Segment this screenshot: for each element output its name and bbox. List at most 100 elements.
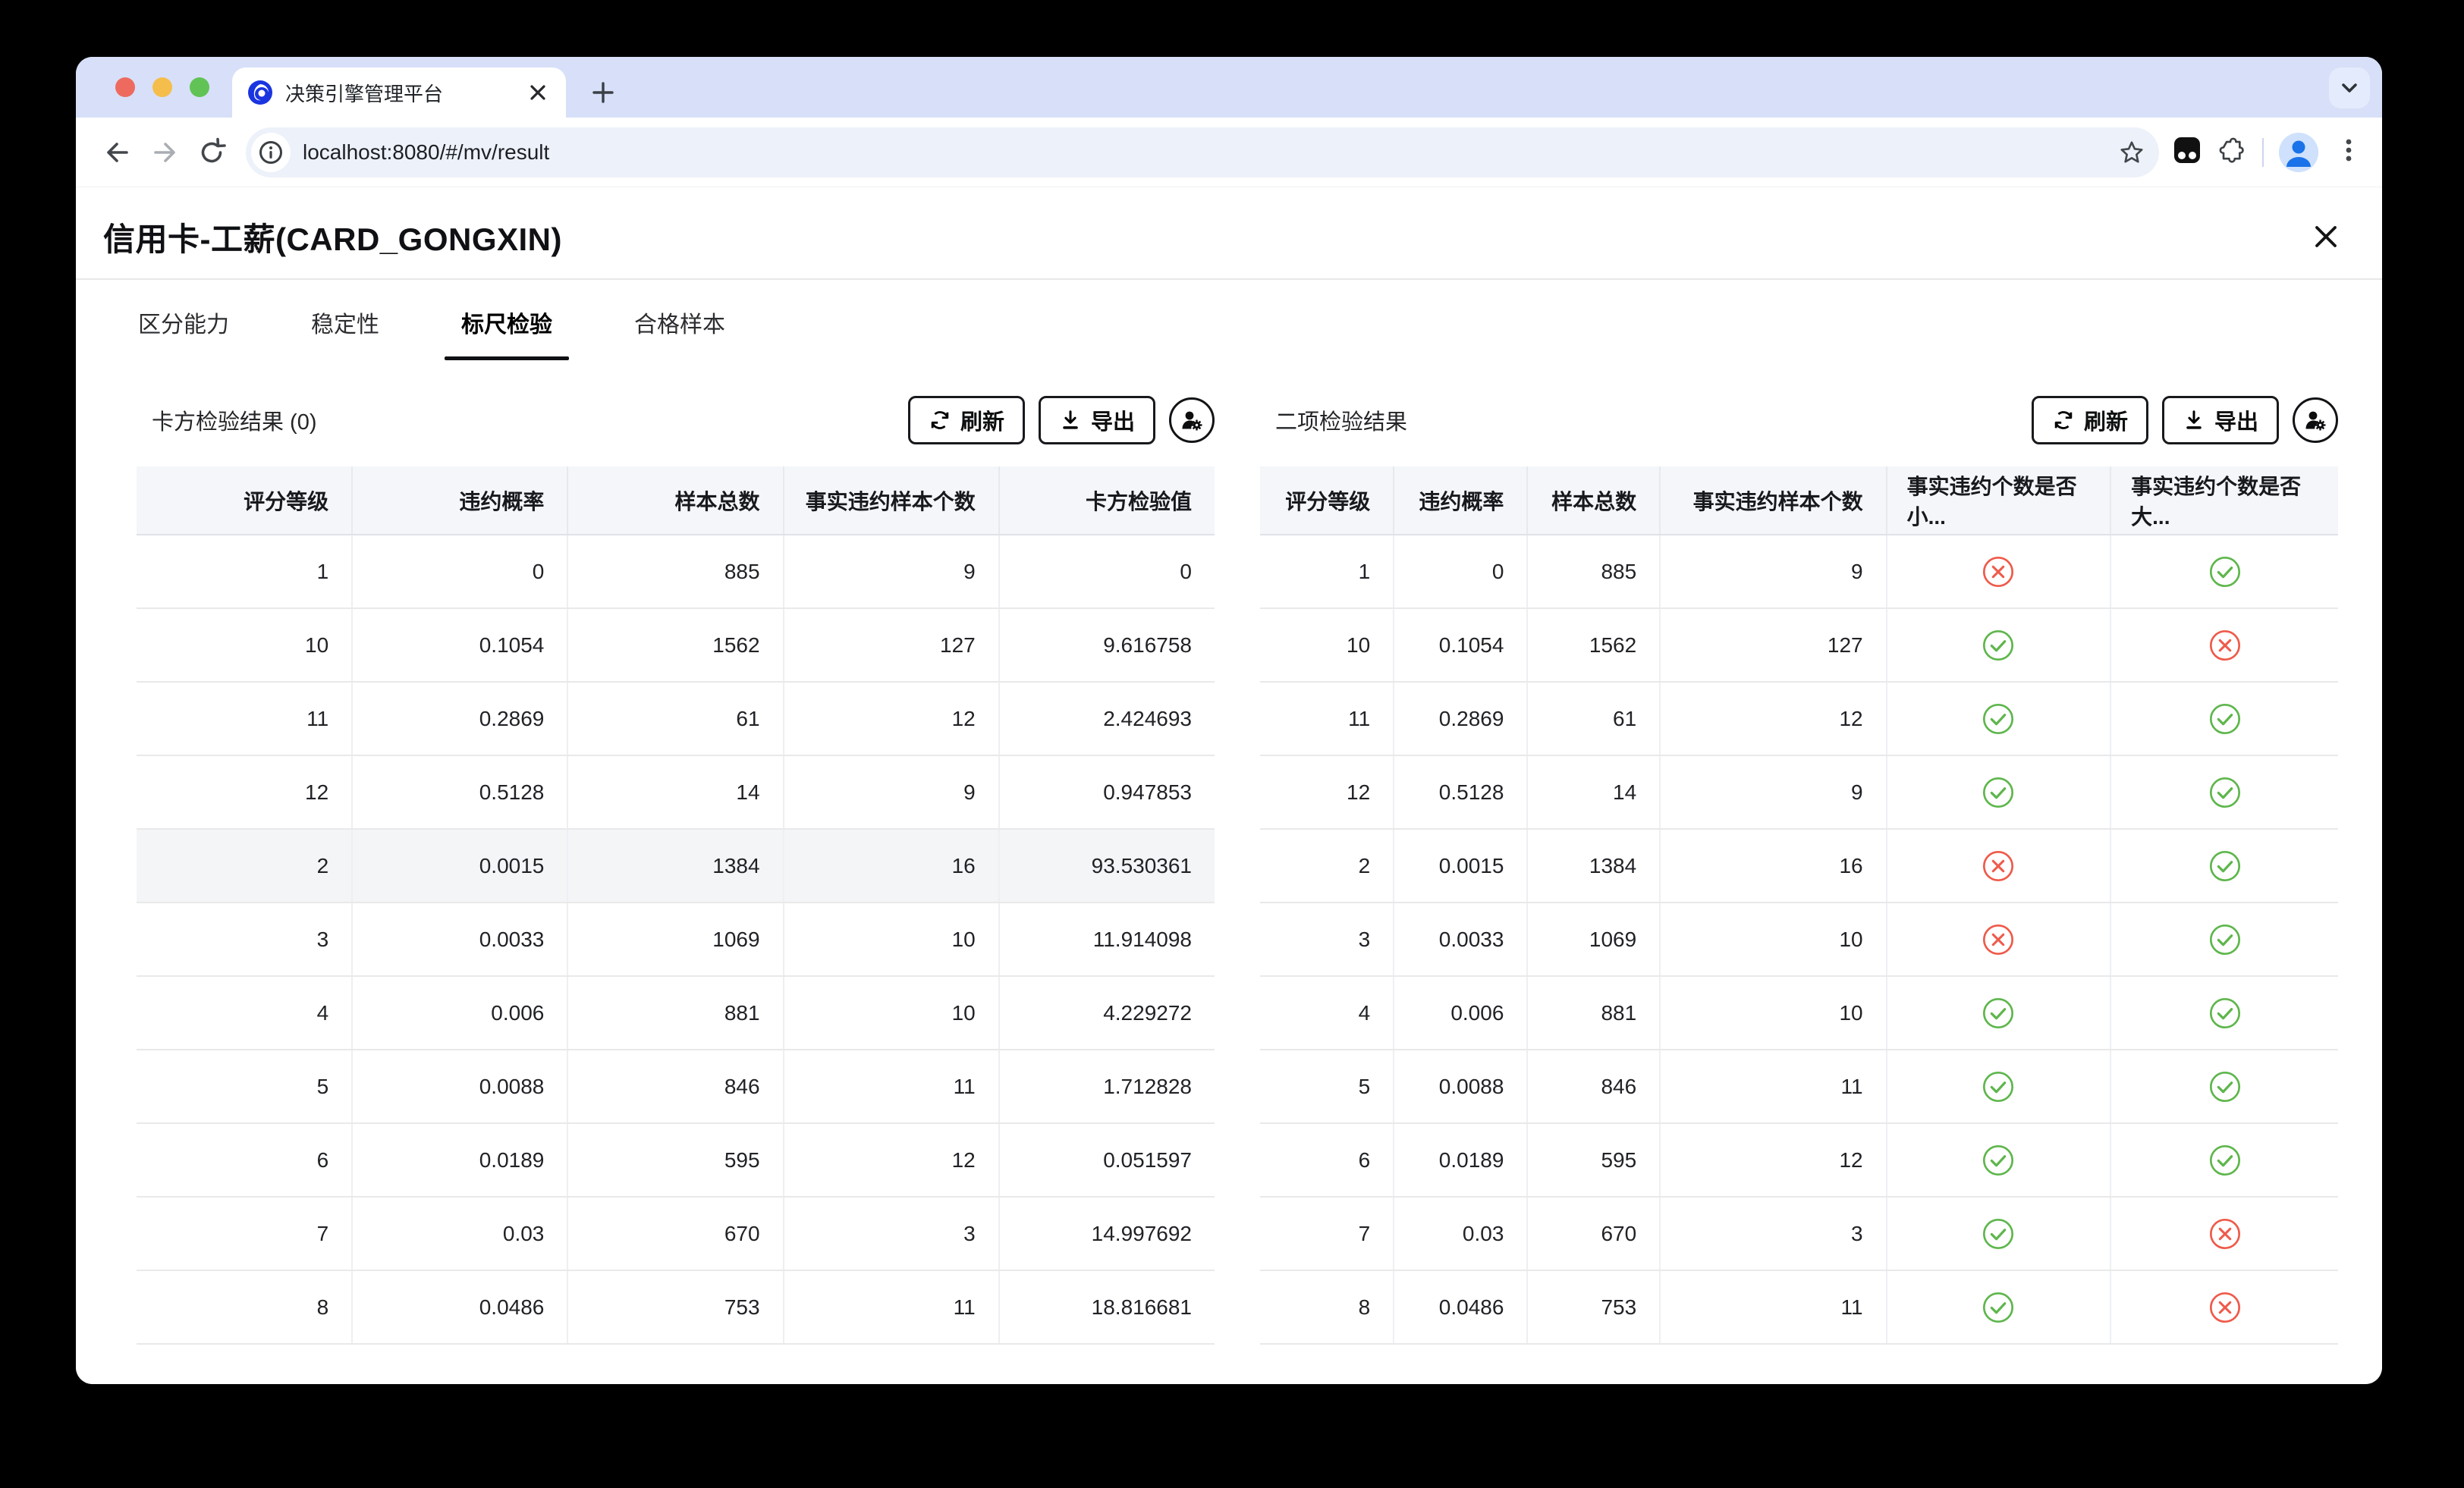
- table-row[interactable]: 70.036703: [1260, 1197, 2338, 1270]
- profile-avatar[interactable]: [2279, 133, 2318, 172]
- status-cell: [2110, 535, 2338, 608]
- minimize-window-button[interactable]: [152, 77, 172, 97]
- value-cell: 0.5128: [1394, 755, 1527, 829]
- site-info-icon[interactable]: [251, 133, 291, 172]
- value-cell: 881: [1527, 976, 1660, 1050]
- value-cell: 3: [784, 1197, 999, 1270]
- value-cell: 0.5128: [352, 755, 567, 829]
- value-cell: 7: [1260, 1197, 1394, 1270]
- table-row[interactable]: 20.001513841693.530361: [137, 829, 1215, 903]
- pass-icon: [2208, 554, 2242, 589]
- value-cell: 0.2869: [1394, 682, 1527, 755]
- value-cell: 0: [352, 535, 567, 608]
- tab-2[interactable]: 稳定性: [294, 280, 396, 365]
- value-cell: 9: [1660, 755, 1886, 829]
- table-row[interactable]: 110.28696112: [1260, 682, 2338, 755]
- value-cell: 0.0033: [352, 903, 567, 976]
- export-label: 导出: [1091, 404, 1135, 436]
- value-cell: 5: [1260, 1050, 1394, 1123]
- bookmark-star-icon[interactable]: [2115, 136, 2148, 169]
- table-row[interactable]: 60.0189595120.051597: [137, 1123, 1215, 1197]
- refresh-button[interactable]: 刷新: [2032, 396, 2148, 444]
- address-bar[interactable]: localhost:8080/#/mv/result: [246, 127, 2159, 177]
- value-cell: 753: [567, 1270, 783, 1344]
- fail-icon: [1981, 922, 2016, 957]
- value-cell: 1: [1260, 535, 1394, 608]
- tab-3-active[interactable]: 标尺检验: [445, 280, 569, 365]
- table-row[interactable]: 50.0088846111.712828: [137, 1050, 1215, 1123]
- export-button[interactable]: 导出: [2162, 396, 2279, 444]
- column-header: 事实违约样本个数: [784, 466, 999, 535]
- browser-tab[interactable]: 决策引擎管理平台: [232, 67, 566, 118]
- value-cell: 0: [1394, 535, 1527, 608]
- status-cell: [2110, 903, 2338, 976]
- table-row[interactable]: 100.10541562127: [1260, 608, 2338, 682]
- tab-close-icon[interactable]: [525, 80, 551, 105]
- export-button[interactable]: 导出: [1039, 396, 1155, 444]
- value-cell: 11.914098: [999, 903, 1215, 976]
- value-cell: 2.424693: [999, 682, 1215, 755]
- value-cell: 1: [137, 535, 352, 608]
- table-row[interactable]: 20.0015138416: [1260, 829, 2338, 903]
- column-header: 违约概率: [1394, 466, 1527, 535]
- table-row[interactable]: 70.03670314.997692: [137, 1197, 1215, 1270]
- value-cell: 12: [784, 682, 999, 755]
- forward-button[interactable]: [146, 134, 183, 171]
- browser-toolbar: localhost:8080/#/mv/result: [76, 118, 2382, 187]
- new-tab-button[interactable]: [583, 72, 624, 113]
- pass-icon: [1981, 1069, 2016, 1104]
- table-row[interactable]: 50.008884611: [1260, 1050, 2338, 1123]
- extensions-puzzle-icon[interactable]: [2217, 135, 2247, 169]
- value-cell: 11: [784, 1270, 999, 1344]
- url-text[interactable]: localhost:8080/#/mv/result: [303, 140, 2115, 165]
- value-cell: 14.997692: [999, 1197, 1215, 1270]
- table-row[interactable]: 80.048675311: [1260, 1270, 2338, 1344]
- status-cell: [2110, 976, 2338, 1050]
- tab-strip: 决策引擎管理平台: [76, 57, 2382, 118]
- column-settings-button[interactable]: [1169, 397, 1215, 443]
- value-cell: 6: [1260, 1123, 1394, 1197]
- table-row[interactable]: 30.0033106910: [1260, 903, 2338, 976]
- binomial-panel: 二项检验结果 刷新: [1260, 391, 2338, 1384]
- value-cell: 0.1054: [352, 608, 567, 682]
- table-row[interactable]: 1088590: [137, 535, 1215, 608]
- browser-window: 决策引擎管理平台: [76, 57, 2382, 1384]
- table-row[interactable]: 100.105415621279.616758: [137, 608, 1215, 682]
- back-button[interactable]: [99, 134, 136, 171]
- close-page-button[interactable]: [2309, 220, 2343, 253]
- value-cell: 1562: [1527, 608, 1660, 682]
- reload-button[interactable]: [193, 134, 230, 171]
- tab-1[interactable]: 区分能力: [121, 280, 246, 365]
- value-cell: 12: [1260, 755, 1394, 829]
- close-window-button[interactable]: [115, 77, 135, 97]
- tab-search-button[interactable]: [2329, 67, 2370, 108]
- pass-icon: [1981, 1143, 2016, 1178]
- table-row[interactable]: 120.51281490.947853: [137, 755, 1215, 829]
- value-cell: 93.530361: [999, 829, 1215, 903]
- table-row[interactable]: 120.5128149: [1260, 755, 2338, 829]
- table-row[interactable]: 80.04867531118.816681: [137, 1270, 1215, 1344]
- table-row[interactable]: 110.286961122.424693: [137, 682, 1215, 755]
- value-cell: 1384: [1527, 829, 1660, 903]
- extension-app-icon[interactable]: [2173, 136, 2202, 168]
- table-row[interactable]: 40.00688110: [1260, 976, 2338, 1050]
- value-cell: 885: [567, 535, 783, 608]
- panel-actions: 刷新 导出: [2032, 396, 2338, 444]
- browser-menu-icon[interactable]: [2334, 135, 2364, 169]
- column-settings-button[interactable]: [2293, 397, 2338, 443]
- value-cell: 1069: [567, 903, 783, 976]
- tab-4[interactable]: 合格样本: [618, 280, 742, 365]
- value-cell: 12: [1660, 1123, 1886, 1197]
- table-row[interactable]: 60.018959512: [1260, 1123, 2338, 1197]
- value-cell: 16: [784, 829, 999, 903]
- table-row[interactable]: 40.006881104.229272: [137, 976, 1215, 1050]
- table-row[interactable]: 108859: [1260, 535, 2338, 608]
- table-row[interactable]: 30.003310691011.914098: [137, 903, 1215, 976]
- status-cell: [1887, 1123, 2111, 1197]
- value-cell: 12: [137, 755, 352, 829]
- pass-icon: [2208, 775, 2242, 810]
- refresh-button[interactable]: 刷新: [908, 396, 1025, 444]
- status-cell: [1887, 755, 2111, 829]
- value-cell: 0.0486: [1394, 1270, 1527, 1344]
- fullscreen-window-button[interactable]: [190, 77, 209, 97]
